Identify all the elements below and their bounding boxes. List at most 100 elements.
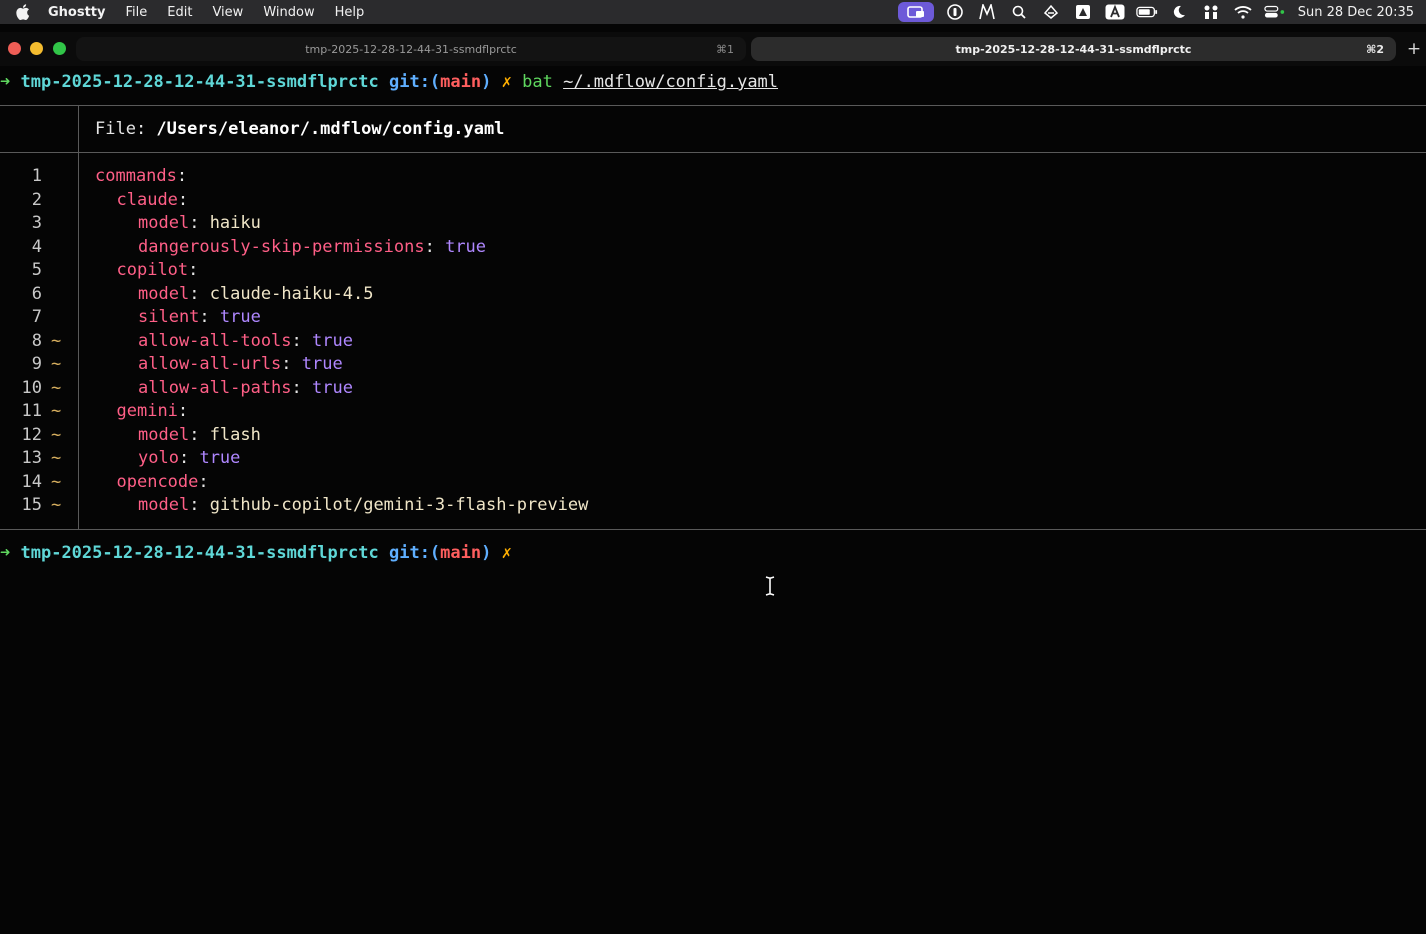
code-line: model: flash [138,423,261,447]
yaml-colon: : [176,166,188,186]
yaml-colon: : [291,331,302,351]
yaml-value: github-copilot/gemini-3-flash-preview [209,495,589,515]
line-number: 15 [21,495,42,515]
git-modified-marker: ~ [51,331,62,351]
prompt-dirty-marker: ✗ [501,543,512,563]
bird-icon[interactable] [1040,3,1062,21]
git-modified-marker: ~ [51,448,62,468]
code-line: model: github-copilot/gemini-3-flash-pre… [138,493,588,517]
line-number: 11 [21,401,42,421]
git-modified-marker: ~ [51,425,62,445]
code-line: dangerously-skip-permissions: true [138,235,486,259]
line-number: 12 [21,425,42,445]
screen-mirroring-icon[interactable] [897,2,934,22]
menu-view[interactable]: View [212,5,243,20]
control-center-icon[interactable] [1264,3,1286,21]
prompt-directory: tmp-2025-12-28-12-44-31-ssmdflprctc [20,72,379,92]
line-number: 9 [31,354,42,374]
bat-header-border [0,152,1426,153]
line-number: 6 [31,284,42,304]
code-line: yolo: true [138,446,240,470]
close-window-button[interactable] [8,42,21,55]
menu-window[interactable]: Window [263,5,314,20]
yaml-value: true [312,331,353,351]
yaml-value: true [219,307,261,327]
yaml-colon: : [189,425,200,445]
prompt-git-label: git:( [388,543,441,563]
yaml-value: claude-haiku-4.5 [209,284,374,304]
code-line: claude: [117,188,189,212]
tab-shortcut: ⌘1 [716,42,734,56]
menu-edit[interactable]: Edit [167,5,192,20]
tab-shortcut: ⌘2 [1366,42,1384,56]
yaml-key: dangerously-skip-permissions [138,237,425,257]
yaml-colon: : [189,284,200,304]
code-line: model: haiku [138,211,261,235]
prompt-dirty-marker: ✗ [501,72,512,92]
battery-icon[interactable] [1135,3,1158,21]
yaml-colon: : [189,495,200,515]
bat-top-border [0,105,1426,106]
m-app-icon[interactable] [976,3,998,21]
apple-icon[interactable] [16,4,32,20]
yaml-value: true [199,448,241,468]
yaml-key: model [138,284,190,304]
moon-icon[interactable] [1168,3,1190,21]
prompt-arrow: ➜ [0,72,11,92]
ibeam-cursor-icon [762,575,778,597]
yaml-colon: : [177,190,189,210]
git-modified-marker: ~ [51,472,62,492]
line-number: 14 [21,472,42,492]
zoom-window-button[interactable] [53,42,66,55]
tab-bar: tmp-2025-12-28-12-44-31-ssmdflprctc ⌘1 t… [0,32,1426,66]
yaml-key: gemini [116,401,178,421]
yaml-key: silent [138,307,200,327]
yaml-colon: : [424,237,435,257]
tab-2[interactable]: tmp-2025-12-28-12-44-31-ssmdflprctc ⌘2 [751,37,1396,61]
text-input-a-icon[interactable] [1104,3,1126,21]
prompt-branch: main [440,72,482,92]
command-name: bat [522,72,553,92]
git-modified-marker: ~ [51,401,62,421]
tab-title: tmp-2025-12-28-12-44-31-ssmdflprctc [305,42,517,56]
line-number: 5 [31,260,42,280]
spotlight-search-icon[interactable] [1008,3,1030,21]
drive-icon[interactable] [1072,3,1094,21]
git-modified-marker: ~ [51,378,62,398]
git-modified-marker: ~ [51,495,62,515]
yaml-colon: : [198,472,209,492]
code-line: commands: [95,164,187,188]
yaml-colon: : [189,213,200,233]
yaml-colon: : [178,448,190,468]
line-number: 10 [21,378,42,398]
code-line: gemini: [117,399,189,423]
yaml-key: yolo [138,448,179,468]
people-icon[interactable] [1200,3,1222,21]
menubar-clock[interactable]: Sun 28 Dec 20:35 [1298,5,1414,20]
yaml-colon: : [177,401,189,421]
menu-file[interactable]: File [126,5,148,20]
yaml-colon: : [199,307,210,327]
code-line: allow-all-urls: true [138,352,343,376]
app-name-menu[interactable]: Ghostty [48,5,106,20]
yaml-value: haiku [209,213,261,233]
code-line: silent: true [138,305,261,329]
yaml-key: model [138,495,190,515]
tab-1[interactable]: tmp-2025-12-28-12-44-31-ssmdflprctc ⌘1 [76,37,746,61]
yaml-value: true [445,237,487,257]
minimize-window-button[interactable] [30,42,43,55]
yaml-key: model [138,425,190,445]
prompt-line-current[interactable]: ➜ tmp-2025-12-28-12-44-31-ssmdflprctc gi… [0,541,512,565]
wifi-icon[interactable] [1232,3,1254,21]
menu-help[interactable]: Help [335,5,365,20]
terminal-output[interactable]: ➜ tmp-2025-12-28-12-44-31-ssmdflprctc gi… [0,66,1426,934]
new-tab-button[interactable]: + [1403,37,1425,61]
line-number: 13 [21,448,42,468]
command-argument: ~/.mdflow/config.yaml [563,72,779,92]
code-line: opencode: [117,470,209,494]
prompt-line: ➜ tmp-2025-12-28-12-44-31-ssmdflprctc gi… [0,70,778,94]
line-number: 4 [31,237,42,257]
password-icon[interactable] [944,3,966,21]
yaml-key: copilot [116,260,189,280]
bat-gutter-divider [78,106,79,529]
